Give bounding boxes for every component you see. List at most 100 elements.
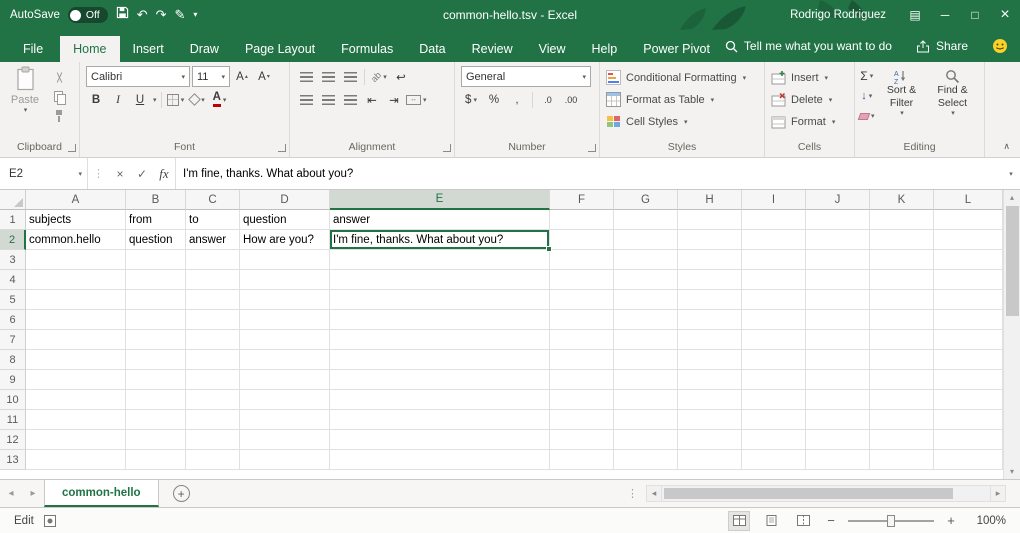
decrease-indent-button[interactable]: ⇤ <box>362 90 382 109</box>
cell-K3[interactable] <box>870 250 934 270</box>
cell-F9[interactable] <box>550 370 614 390</box>
cell-E4[interactable] <box>330 270 550 290</box>
cell-G2[interactable] <box>614 230 678 250</box>
cell-E7[interactable] <box>330 330 550 350</box>
cell-D13[interactable] <box>240 450 330 470</box>
share-button[interactable]: Share <box>916 39 968 53</box>
cell-B9[interactable] <box>126 370 186 390</box>
cell-J7[interactable] <box>806 330 870 350</box>
cell-styles-button[interactable]: Cell Styles ▾ <box>606 111 758 132</box>
insert-function-button[interactable]: fx <box>153 166 175 182</box>
cell-L8[interactable] <box>934 350 1003 370</box>
clear-button[interactable]: ▾ <box>859 107 875 125</box>
cell-A11[interactable] <box>26 410 126 430</box>
cell-C12[interactable] <box>186 430 240 450</box>
cell-D9[interactable] <box>240 370 330 390</box>
cell-E5[interactable] <box>330 290 550 310</box>
insert-cells-button[interactable]: Insert ▾ <box>771 67 848 88</box>
cell-G4[interactable] <box>614 270 678 290</box>
column-header-i[interactable]: I <box>742 190 806 210</box>
cell-H5[interactable] <box>678 290 742 310</box>
cell-L7[interactable] <box>934 330 1003 350</box>
cell-L13[interactable] <box>934 450 1003 470</box>
hscroll-right-button[interactable]: ▸ <box>990 485 1006 502</box>
decrease-decimal-button[interactable]: .00 <box>561 90 581 109</box>
column-header-a[interactable]: A <box>26 190 126 210</box>
wrap-text-button[interactable]: ↩ <box>391 67 411 86</box>
cell-B8[interactable] <box>126 350 186 370</box>
new-sheet-button[interactable]: + <box>173 485 190 502</box>
cell-F5[interactable] <box>550 290 614 310</box>
cell-I8[interactable] <box>742 350 806 370</box>
cell-G7[interactable] <box>614 330 678 350</box>
cell-C8[interactable] <box>186 350 240 370</box>
font-dialog-launcher[interactable] <box>278 144 286 152</box>
column-header-c[interactable]: C <box>186 190 240 210</box>
cell-K2[interactable] <box>870 230 934 250</box>
fill-color-button[interactable]: ▾ <box>188 90 208 109</box>
cell-G11[interactable] <box>614 410 678 430</box>
cell-D2[interactable]: How are you? <box>240 230 330 250</box>
row-header-11[interactable]: 11 <box>0 410 26 430</box>
cell-L9[interactable] <box>934 370 1003 390</box>
cell-D5[interactable] <box>240 290 330 310</box>
inking-pen-button[interactable]: ✎ <box>175 0 186 30</box>
cell-J5[interactable] <box>806 290 870 310</box>
cell-H12[interactable] <box>678 430 742 450</box>
accounting-format-button[interactable]: $▾ <box>461 90 481 109</box>
cell-H7[interactable] <box>678 330 742 350</box>
cell-L1[interactable] <box>934 210 1003 230</box>
cancel-button[interactable]: × <box>109 167 131 181</box>
font-color-button[interactable]: A▾ <box>210 90 230 109</box>
cell-I1[interactable] <box>742 210 806 230</box>
decrease-font-size-button[interactable]: A▾ <box>254 67 274 86</box>
row-header-8[interactable]: 8 <box>0 350 26 370</box>
cell-B11[interactable] <box>126 410 186 430</box>
scroll-down-button[interactable]: ▾ <box>1010 464 1014 479</box>
name-box-dropdown-icon[interactable]: ▾ <box>78 170 82 178</box>
cell-F4[interactable] <box>550 270 614 290</box>
font-size-combo[interactable]: 11 ▾ <box>192 66 230 87</box>
row-header-6[interactable]: 6 <box>0 310 26 330</box>
cell-J2[interactable] <box>806 230 870 250</box>
cell-C10[interactable] <box>186 390 240 410</box>
underline-dropdown-icon[interactable]: ▾ <box>153 96 157 104</box>
cell-J9[interactable] <box>806 370 870 390</box>
underline-button[interactable]: U <box>130 90 150 109</box>
cell-L10[interactable] <box>934 390 1003 410</box>
top-align-button[interactable] <box>296 67 316 86</box>
row-header-2[interactable]: 2 <box>0 230 26 250</box>
minimize-button[interactable]: ─ <box>930 0 960 30</box>
zoom-percentage[interactable]: 100% <box>968 515 1006 527</box>
cell-D4[interactable] <box>240 270 330 290</box>
cell-A1[interactable]: subjects <box>26 210 126 230</box>
horizontal-scrollbar-thumb[interactable] <box>664 488 953 499</box>
cell-I12[interactable] <box>742 430 806 450</box>
cell-A4[interactable] <box>26 270 126 290</box>
column-header-g[interactable]: G <box>614 190 678 210</box>
column-header-d[interactable]: D <box>240 190 330 210</box>
cell-E12[interactable] <box>330 430 550 450</box>
formula-bar-expand-button[interactable]: ▾ <box>1002 170 1020 178</box>
formula-input[interactable]: I'm fine, thanks. What about you? <box>175 158 1002 189</box>
cell-H10[interactable] <box>678 390 742 410</box>
cell-F13[interactable] <box>550 450 614 470</box>
delete-cells-button[interactable]: Delete ▾ <box>771 89 848 110</box>
row-header-4[interactable]: 4 <box>0 270 26 290</box>
cell-H8[interactable] <box>678 350 742 370</box>
cell-G6[interactable] <box>614 310 678 330</box>
ribbon-display-options-button[interactable]: ▤ <box>900 0 930 30</box>
cell-C3[interactable] <box>186 250 240 270</box>
cell-D7[interactable] <box>240 330 330 350</box>
number-format-combo[interactable]: General ▾ <box>461 66 591 87</box>
cell-J8[interactable] <box>806 350 870 370</box>
tell-me-box[interactable]: Tell me what you want to do <box>725 39 892 53</box>
cell-L12[interactable] <box>934 430 1003 450</box>
cell-F1[interactable] <box>550 210 614 230</box>
collapse-ribbon-button[interactable]: ∧ <box>1003 141 1010 152</box>
row-header-1[interactable]: 1 <box>0 210 26 230</box>
cell-H13[interactable] <box>678 450 742 470</box>
select-all-button[interactable] <box>0 190 26 210</box>
cell-J1[interactable] <box>806 210 870 230</box>
cell-B1[interactable]: from <box>126 210 186 230</box>
